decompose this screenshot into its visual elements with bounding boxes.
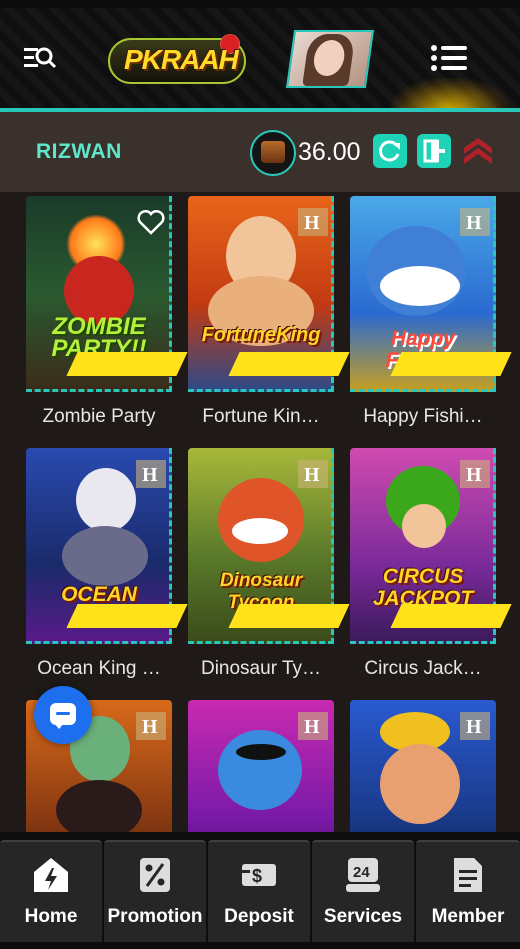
cash-icon: $ [240,856,278,894]
game-name[interactable]: Ocean King … [26,658,172,680]
logout-icon [423,139,445,163]
svg-text:H: H [142,716,158,738]
game-card[interactable]: FortuneKing H Fortune Kin… [188,196,350,436]
provider-ribbon [390,352,512,376]
search-menu-icon [24,47,57,69]
nav-services[interactable]: 24 Services [312,840,414,942]
refresh-icon [379,140,400,162]
avatar[interactable] [285,30,375,88]
search-menu-button[interactable] [24,44,57,72]
svg-text:H: H [304,212,320,234]
nav-label: Member [431,906,505,927]
refresh-balance-button[interactable] [373,134,407,168]
support-24-icon: 24 [344,856,382,894]
wallet-coin-icon [250,130,296,176]
document-icon [448,856,486,894]
game-name[interactable]: Happy Fishi… [350,406,496,428]
balance-amount: 36.00 [298,138,361,166]
svg-text:H: H [142,464,158,486]
nav-deposit[interactable]: $ Deposit [208,840,310,942]
logout-button[interactable] [417,134,451,168]
main-menu-button[interactable] [430,44,468,72]
svg-text:H: H [304,464,320,486]
list-menu-icon [431,45,467,71]
svg-text:$: $ [252,866,262,886]
game-card[interactable]: OCEAN KING H Ocean King … [26,448,188,688]
nav-label: Promotion [107,906,203,927]
svg-text:H: H [466,212,482,234]
game-name[interactable]: Circus Jack… [350,658,496,680]
chat-support-button[interactable] [34,686,92,744]
hl-favorite-icon[interactable]: H [298,460,328,488]
game-card[interactable]: Happy Fishing H Happy Fishi… [350,196,512,436]
nav-promotion[interactable]: Promotion [104,840,206,942]
chat-bubble-icon [50,703,76,729]
game-card[interactable]: ZOMBIE PARTY!! Zombie Party [26,196,188,436]
hl-favorite-icon[interactable]: H [298,208,328,236]
game-name[interactable]: Fortune Kin… [188,406,334,428]
game-card[interactable]: Dinosaur Tycoon H Dinosaur Ty… [188,448,350,688]
svg-text:24: 24 [353,864,370,881]
nav-home[interactable]: Home [0,840,102,942]
percent-tag-icon [136,856,174,894]
brand-logo[interactable]: PKRAAH [108,30,248,86]
nav-member[interactable]: Member [416,840,520,942]
username: RIZWAN [36,140,122,163]
hl-favorite-icon[interactable]: H [136,460,166,488]
home-icon [32,856,70,894]
favorite-heart-icon[interactable] [136,208,166,236]
game-card[interactable]: H [188,700,340,832]
provider-ribbon [390,604,512,628]
game-card[interactable]: CIRCUS JACKPOT H Circus Jack… [350,448,512,688]
nav-label: Deposit [224,906,294,927]
nav-label: Services [323,906,403,927]
provider-ribbon [228,604,350,628]
nav-label: Home [24,906,78,927]
game-name[interactable]: Zombie Party [26,406,172,428]
hl-favorite-icon[interactable]: H [298,712,328,740]
hl-favorite-icon[interactable]: H [460,460,490,488]
hl-favorite-icon[interactable]: H [460,712,490,740]
svg-text:H: H [466,464,482,486]
hl-favorite-icon[interactable]: H [460,208,490,236]
provider-ribbon [228,352,350,376]
rank-button[interactable] [462,136,494,168]
hl-favorite-icon[interactable]: H [136,712,166,740]
provider-ribbon [66,604,188,628]
svg-text:H: H [466,716,482,738]
rank-chevron-icon [464,138,492,164]
game-name[interactable]: Dinosaur Ty… [188,658,334,680]
logo-text: PKRAAH [124,44,239,75]
provider-ribbon [66,352,188,376]
svg-text:H: H [304,716,320,738]
treasure-chest-icon [261,141,285,163]
status-strip [0,0,520,8]
game-card[interactable]: H [350,700,502,832]
menu-glow [390,78,510,112]
